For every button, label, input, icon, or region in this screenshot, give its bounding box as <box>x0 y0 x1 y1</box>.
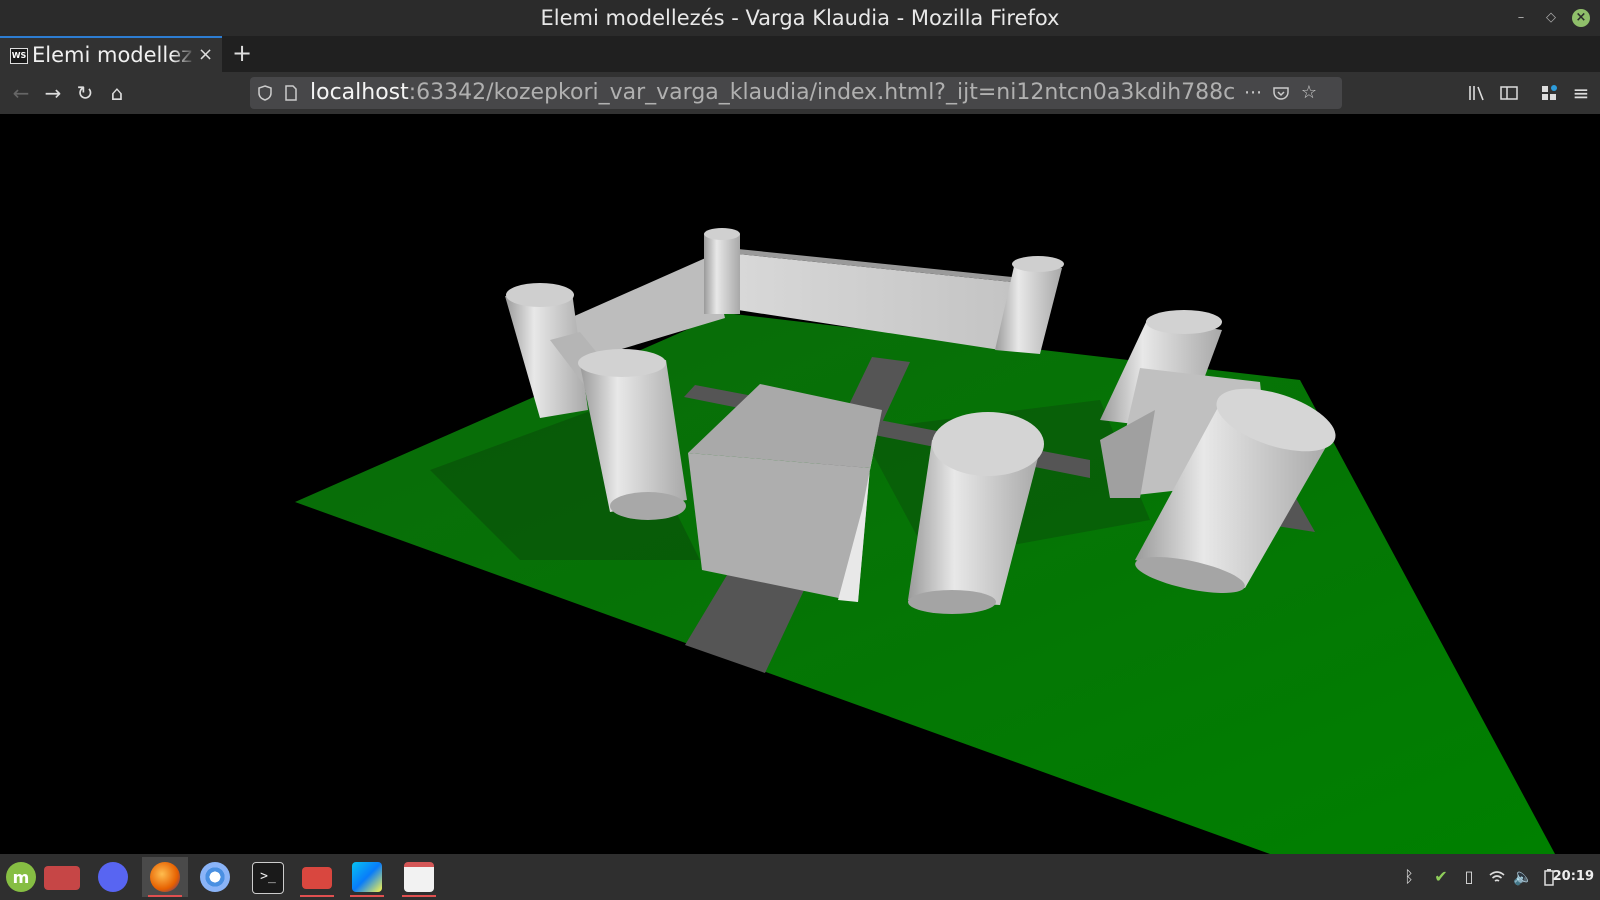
chromium-icon[interactable] <box>192 857 238 897</box>
new-tab-button[interactable]: + <box>230 36 254 72</box>
window-titlebar: Elemi modellezés - Varga Klaudia - Mozil… <box>0 0 1600 36</box>
pocket-icon[interactable] <box>1270 77 1292 109</box>
menu-icon[interactable]: ≡ <box>1568 80 1594 106</box>
discord-icon[interactable] <box>90 857 136 897</box>
files-icon[interactable] <box>294 857 340 897</box>
taskbar: m >_ ᛒ ✔ ▯ 🔈 20:19 <box>0 854 1600 900</box>
tab-label: Elemi modellezés <box>32 43 192 67</box>
bookmark-star-icon[interactable]: ☆ <box>1298 77 1320 109</box>
tab-close-icon[interactable]: × <box>198 38 214 72</box>
webstorm-icon[interactable] <box>344 857 390 897</box>
reload-button[interactable]: ↻ <box>72 80 98 106</box>
running-indicator <box>300 895 334 897</box>
clipboard-icon[interactable]: ▯ <box>1458 866 1480 888</box>
tower-base <box>610 492 686 520</box>
page-actions-icon[interactable]: ⋯ <box>1242 77 1264 109</box>
tower-top <box>932 412 1044 476</box>
clock[interactable]: 20:19 <box>1553 854 1594 900</box>
volume-icon[interactable]: 🔈 <box>1512 866 1534 888</box>
tab-active[interactable]: WS Elemi modellezés × <box>0 36 222 72</box>
tab-bar: WS Elemi modellezés × + <box>0 36 1600 72</box>
tower-top <box>1012 256 1064 272</box>
tower-top <box>704 228 740 240</box>
forward-button[interactable]: → <box>40 80 66 106</box>
tower-base <box>908 590 996 614</box>
active-indicator <box>148 895 182 897</box>
window-title: Elemi modellezés - Varga Klaudia - Mozil… <box>540 6 1060 30</box>
tower-top <box>578 349 666 377</box>
terminal-icon[interactable]: >_ <box>244 857 290 897</box>
url-bar[interactable]: localhost:63342/kozepkori_var_varga_klau… <box>250 77 1342 109</box>
scene-render <box>295 228 1555 854</box>
webstorm-favicon-icon: WS <box>10 48 28 64</box>
url-text[interactable]: localhost:63342/kozepkori_var_varga_klau… <box>310 77 1234 109</box>
url-path: :63342/kozepkori_var_varga_klaudia/index… <box>408 80 1234 105</box>
tab-label-fade <box>172 38 196 72</box>
running-indicator <box>350 895 384 897</box>
maximize-icon[interactable]: ◇ <box>1542 9 1560 27</box>
update-shield-icon[interactable]: ✔ <box>1430 866 1452 888</box>
url-host: localhost <box>310 80 409 105</box>
text-editor-icon[interactable] <box>396 857 442 897</box>
running-indicator <box>402 895 436 897</box>
svg-text:m: m <box>13 868 30 887</box>
page-info-icon[interactable] <box>280 77 302 109</box>
extensions-icon[interactable] <box>1536 80 1562 106</box>
webgl-canvas[interactable] <box>0 114 1600 854</box>
tracking-shield-icon[interactable] <box>254 77 276 109</box>
bluetooth-icon[interactable]: ᛒ <box>1398 866 1420 888</box>
minimize-icon[interactable]: – <box>1512 9 1530 27</box>
home-button[interactable]: ⌂ <box>104 80 130 106</box>
wifi-icon[interactable] <box>1486 866 1508 888</box>
tower <box>704 234 740 314</box>
library-icon[interactable] <box>1464 80 1490 106</box>
back-button[interactable]: ← <box>8 80 34 106</box>
close-window-icon[interactable]: × <box>1572 9 1590 27</box>
firefox-icon[interactable] <box>142 857 188 897</box>
sidebar-icon[interactable] <box>1496 80 1522 106</box>
app-red-icon[interactable] <box>40 857 86 897</box>
tower <box>995 262 1062 354</box>
tower-top <box>506 283 574 307</box>
navigation-toolbar: ← → ↻ ⌂ localhost:63342/kozepkori_var_va… <box>0 72 1600 114</box>
tower-top <box>1146 310 1222 334</box>
